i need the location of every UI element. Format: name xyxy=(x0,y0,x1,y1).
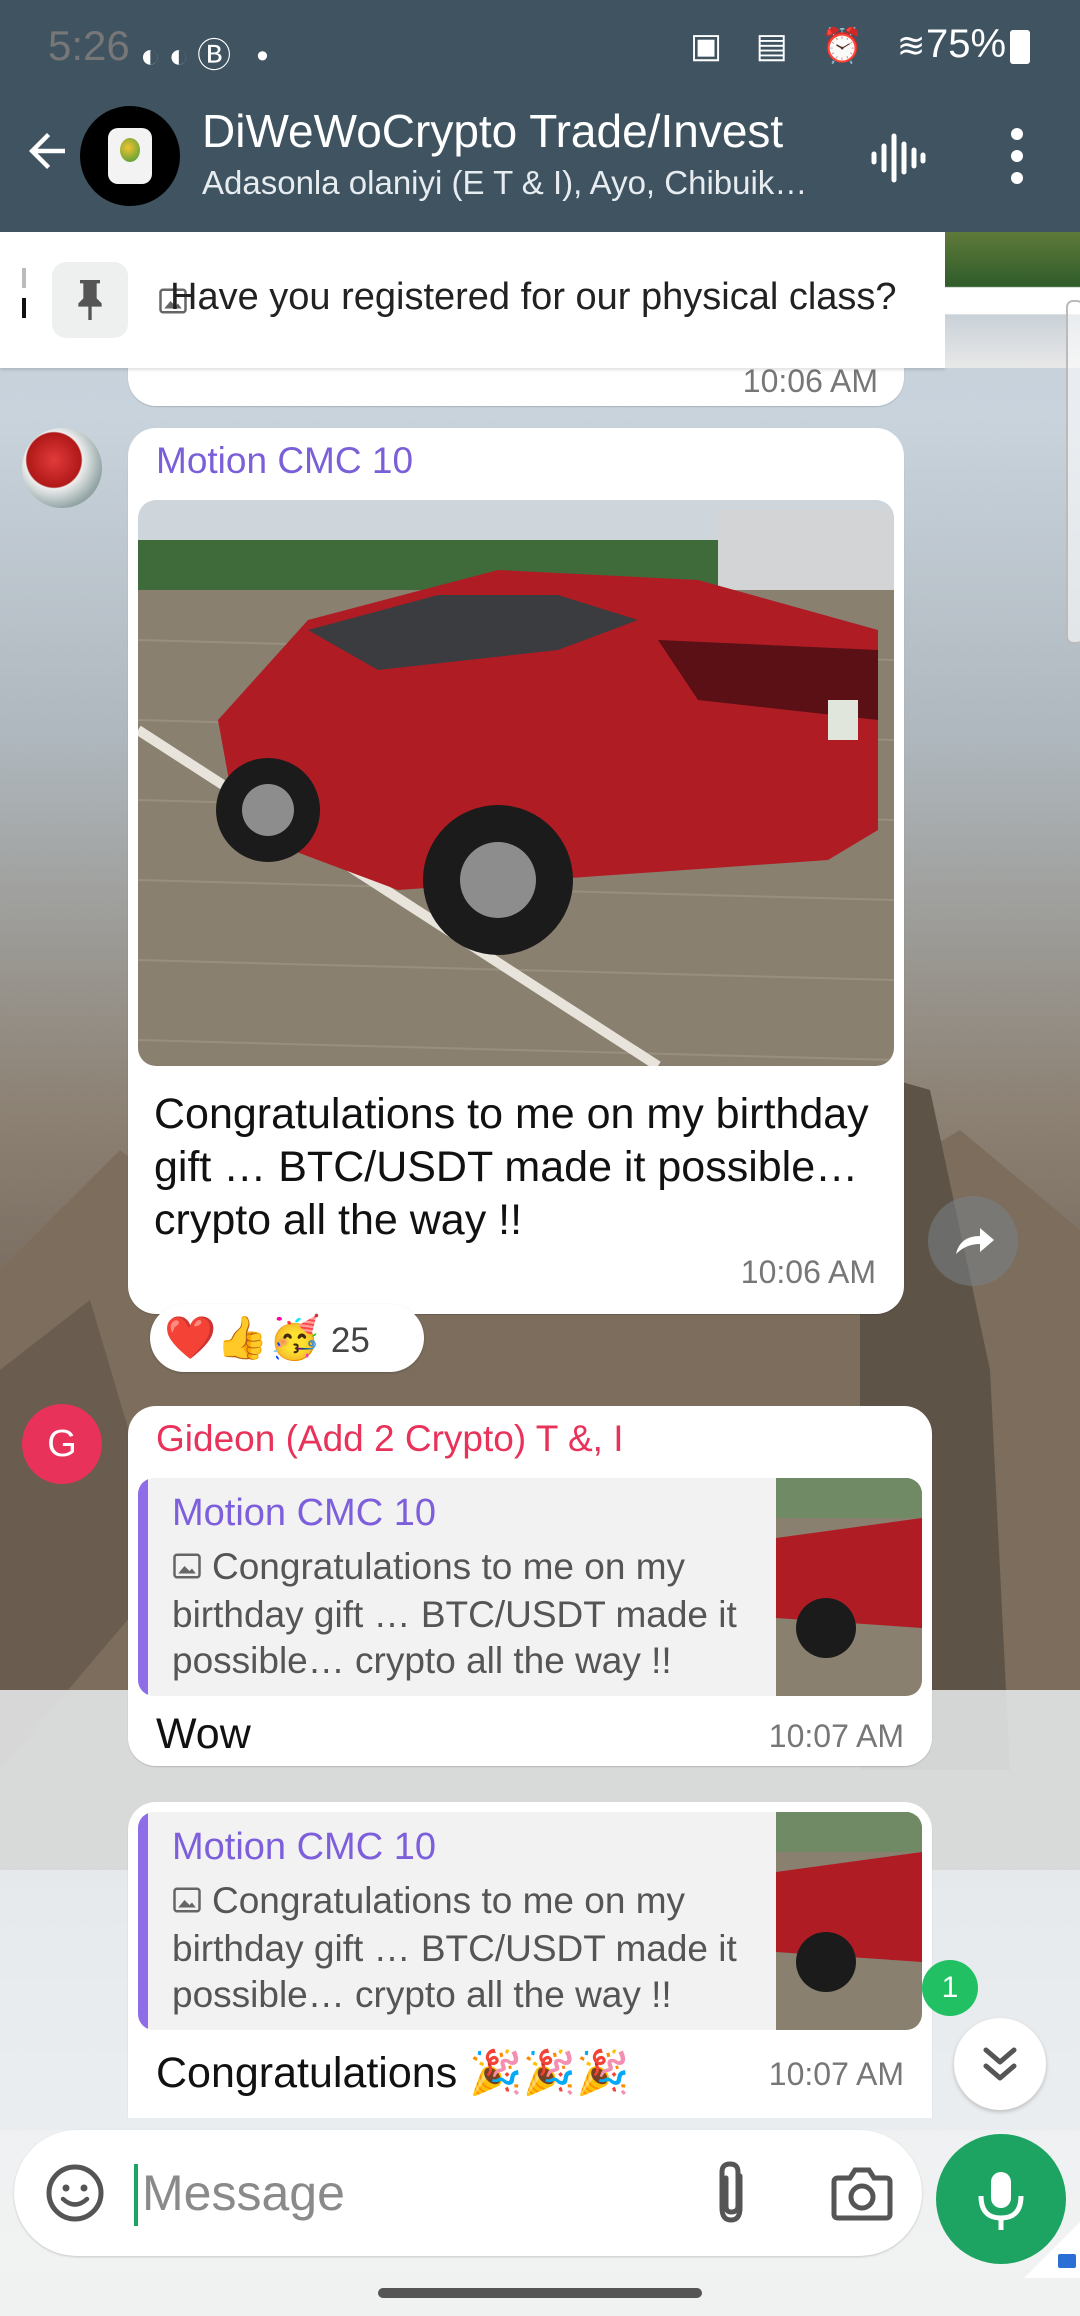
more-menu-icon[interactable] xyxy=(1002,122,1032,192)
camera-icon[interactable] xyxy=(830,2164,894,2222)
message-time: 10:07 AM xyxy=(768,2056,904,2092)
scrollbar[interactable] xyxy=(1066,300,1080,644)
previous-message-bubble[interactable]: 10:06 AM xyxy=(128,368,904,406)
chevron-double-down-icon[interactable] xyxy=(954,2018,1046,2110)
group-avatar[interactable] xyxy=(80,106,180,206)
message-list[interactable]: 10:06 AM Motion CMC 10 Congratulations t… xyxy=(0,368,1080,2118)
pinned-message-bar[interactable]: Have you registered for our physical cla… xyxy=(0,232,945,368)
text-cursor xyxy=(134,2164,138,2226)
emoji-icon[interactable] xyxy=(42,2160,108,2226)
message-caption: Congratulations to me on my birthday gif… xyxy=(154,1090,869,1244)
quote-thumbnail xyxy=(776,1478,922,1696)
status-bar: 5:26 ◐◐Ⓑ • ▣ ▤ ⏰ ≋ 75% xyxy=(0,0,1080,92)
group-title[interactable]: DiWeWoCrypto Trade/Invest xyxy=(202,104,783,158)
battery-icon xyxy=(1010,30,1030,64)
quoted-message[interactable]: Motion CMC 10 Congratulations to me on m… xyxy=(138,1478,922,1696)
unread-badge: 1 xyxy=(922,1960,978,2016)
home-gesture-handle[interactable] xyxy=(378,2288,702,2298)
bubble-shortcut-icon[interactable] xyxy=(1024,2222,1080,2278)
arrow-back-icon[interactable] xyxy=(20,124,80,184)
group-logo-icon xyxy=(108,128,152,184)
group-members[interactable]: Adasonla olaniyi (E T & I), Ayo, Chibuik… xyxy=(202,164,822,202)
message-time: 10:06 AM xyxy=(740,1254,876,1290)
car-photo[interactable] xyxy=(138,500,894,1066)
message-bubble[interactable]: Motion CMC 10 Congratulations to me on m… xyxy=(128,1802,932,2118)
chat-header[interactable]: DiWeWoCrypto Trade/Invest Adasonla olani… xyxy=(0,92,1080,232)
message-bubble[interactable]: Motion CMC 10 Congratulations to me on m… xyxy=(128,428,904,1314)
quote-text-content: Congratulations to me on my birthday gif… xyxy=(172,1880,737,2015)
quote-sender: Motion CMC 10 xyxy=(172,1492,436,1534)
attach-icon[interactable] xyxy=(706,2158,756,2228)
message-composer[interactable]: Message xyxy=(14,2130,922,2256)
quote-sender: Motion CMC 10 xyxy=(172,1826,436,1868)
pinned-text: Have you registered for our physical cla… xyxy=(170,276,897,318)
quote-text: Congratulations to me on my birthday gif… xyxy=(172,1878,752,2018)
pin-icon[interactable] xyxy=(52,262,128,338)
quote-bar xyxy=(138,1812,148,2030)
reaction-emojis: ❤️👍🥳 xyxy=(164,1314,321,1361)
quote-text: Congratulations to me on my birthday gif… xyxy=(172,1544,752,1684)
quote-text-content: Congratulations to me on my birthday gif… xyxy=(172,1546,737,1681)
notification-icons: ◐◐Ⓑ • xyxy=(140,37,277,75)
voice-call-icon[interactable] xyxy=(868,128,928,188)
sender-avatar[interactable] xyxy=(22,428,102,508)
battery-percent: 75% xyxy=(926,22,1007,66)
message-input[interactable]: Message xyxy=(142,2130,345,2256)
sender-name[interactable]: Gideon (Add 2 Crypto) T &, I xyxy=(156,1418,624,1460)
system-icons: ▣ ▤ ⏰ ≋ xyxy=(690,27,938,65)
image-icon xyxy=(172,1546,202,1592)
message-time: 10:06 AM xyxy=(742,368,878,399)
reactions-pill[interactable]: ❤️👍🥳 25 xyxy=(150,1304,424,1372)
message-time: 10:07 AM xyxy=(768,1718,904,1754)
pin-indicator xyxy=(22,268,26,328)
navigation-bar xyxy=(0,2270,1080,2316)
message-text: Wow xyxy=(156,1710,251,1758)
reaction-count: 25 xyxy=(330,1321,370,1360)
pinned-thumbnail[interactable] xyxy=(945,232,1080,368)
image-icon xyxy=(172,1880,202,1926)
forward-icon[interactable] xyxy=(928,1196,1018,1286)
sender-avatar[interactable]: G xyxy=(22,1404,102,1484)
message-text: Congratulations 🎉🎉🎉 xyxy=(156,2049,630,2097)
sender-name[interactable]: Motion CMC 10 xyxy=(156,440,413,482)
quote-bar xyxy=(138,1478,148,1696)
quoted-message[interactable]: Motion CMC 10 Congratulations to me on m… xyxy=(138,1812,922,2030)
quote-thumbnail xyxy=(776,1812,922,2030)
message-bubble[interactable]: Gideon (Add 2 Crypto) T &, I Motion CMC … xyxy=(128,1406,932,1766)
